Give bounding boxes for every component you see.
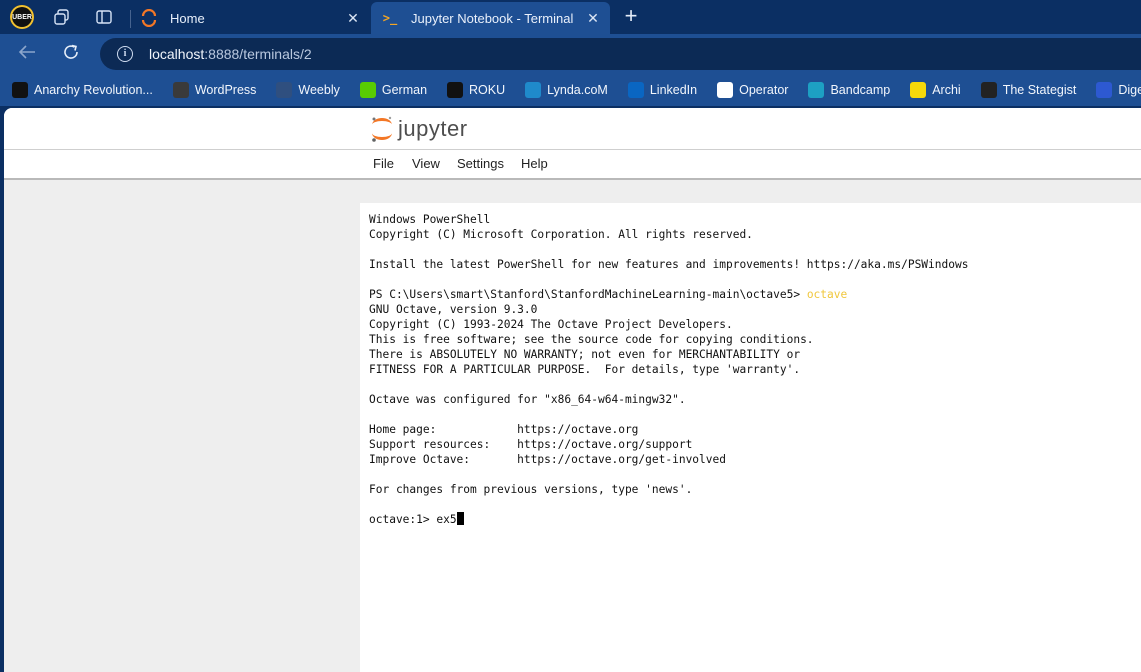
bookmark-label: Weebly [298,83,340,97]
browser-profile-logo[interactable]: UBER [10,5,34,29]
bandcamp-icon [808,82,825,98]
address-bar[interactable]: i localhost:8888/terminals/2 [100,38,1141,70]
bookmark-item[interactable]: Bandcamp [808,82,890,98]
duolingo-icon [359,82,376,98]
bookmark-label: LinkedIn [649,83,698,97]
site-info-icon[interactable]: i [117,46,133,62]
terminal-input[interactable]: ex5 [436,513,456,526]
bookmark-label: Operator [739,83,789,97]
tab-actions-icon[interactable] [95,8,113,26]
bookmark-item[interactable]: Archi [910,82,961,98]
bookmark-label: Archi [932,83,961,97]
bookmark-label: Anarchy Revolution... [34,83,153,97]
bookmark-label: ROKU [469,83,506,97]
bookmark-label: Bandcamp [830,83,891,97]
bookmark-item[interactable]: WordPress [172,82,257,98]
jupyter-logo-text: jupyter [398,116,468,141]
terminal-banner: Windows PowerShell Copyright (C) Microso… [369,213,969,271]
workspaces-icon[interactable] [53,8,71,26]
terminal-cursor [456,512,464,525]
browser-tab-strip: UBER Home ✕ >_ Jupyter Notebook - Termin… [0,0,1141,34]
strategist-icon [980,82,997,98]
terminal-command: octave [806,288,848,301]
digest-icon [1096,82,1113,98]
tab-title: Home [170,10,205,26]
lynda-icon [525,82,542,98]
powershell-prompt: PS C:\Users\smart\Stanford\StanfordMachi… [369,288,807,301]
terminal-favicon-icon: >_ [382,11,398,25]
new-tab-button[interactable]: + [620,4,642,28]
roku-icon [447,82,464,98]
menu-help[interactable]: Help [521,156,548,171]
anarchy-icon [12,82,28,98]
menu-settings[interactable]: Settings [457,156,504,171]
bookmark-label: Digest [1118,83,1141,97]
bookmark-item[interactable]: Anarchy Revolution... [12,82,153,98]
bookmark-item[interactable]: The Stategist [980,82,1077,98]
jupyter-menu-bar: File View Settings Help [4,150,1141,180]
menu-file[interactable]: File [373,156,394,171]
tab-terminal[interactable]: >_ Jupyter Notebook - Terminal ✕ [371,2,610,34]
tab-title: Jupyter Notebook - Terminal [411,10,574,26]
bookmark-item[interactable]: Weebly [276,82,340,98]
bookmark-item[interactable]: Operator [717,82,788,98]
browser-toolbar: i localhost:8888/terminals/2 [0,34,1141,74]
bookmark-item[interactable]: Lynda.coM [525,82,608,98]
jupyter-logo-icon [372,116,392,142]
jupyter-page: jupyter File View Settings Help Windows … [4,108,1141,672]
tab-home[interactable]: Home ✕ [130,2,370,34]
bookmark-label: The Stategist [1002,83,1077,97]
terminal-output[interactable]: Windows PowerShell Copyright (C) Microso… [360,203,1141,527]
operator-icon [717,82,734,98]
url-text[interactable]: localhost:8888/terminals/2 [149,46,312,62]
octave-prompt: octave:1> [369,513,437,526]
jupyter-header: jupyter [4,108,1141,150]
jupyter-favicon-icon [140,9,158,27]
reload-icon[interactable] [61,42,81,67]
weebly-icon [276,82,293,98]
octave-banner: GNU Octave, version 9.3.0 Copyright (C) … [369,303,814,496]
jupyter-logo[interactable]: jupyter [370,114,468,144]
tab-close-icon[interactable]: ✕ [344,10,362,27]
back-arrow-icon[interactable] [17,43,37,66]
bookmark-label: German [381,83,428,97]
bookmark-item[interactable]: LinkedIn [627,82,698,98]
bookmark-label: WordPress [194,83,257,97]
wordpress-icon [172,82,189,98]
bookmark-item[interactable]: Digest [1096,82,1141,98]
bookmark-item[interactable]: ROKU [447,82,505,98]
menu-view[interactable]: View [412,156,440,171]
bookmark-item[interactable]: German [359,82,428,98]
bookmarks-bar: Anarchy Revolution... WordPress Weebly Germ… [0,74,1141,106]
archi-icon [910,82,927,98]
bookmark-label: Lynda.coM [547,83,608,97]
tab-close-icon[interactable]: ✕ [584,10,602,27]
linkedin-icon [627,82,644,98]
terminal-panel[interactable]: Windows PowerShell Copyright (C) Microso… [360,203,1141,672]
